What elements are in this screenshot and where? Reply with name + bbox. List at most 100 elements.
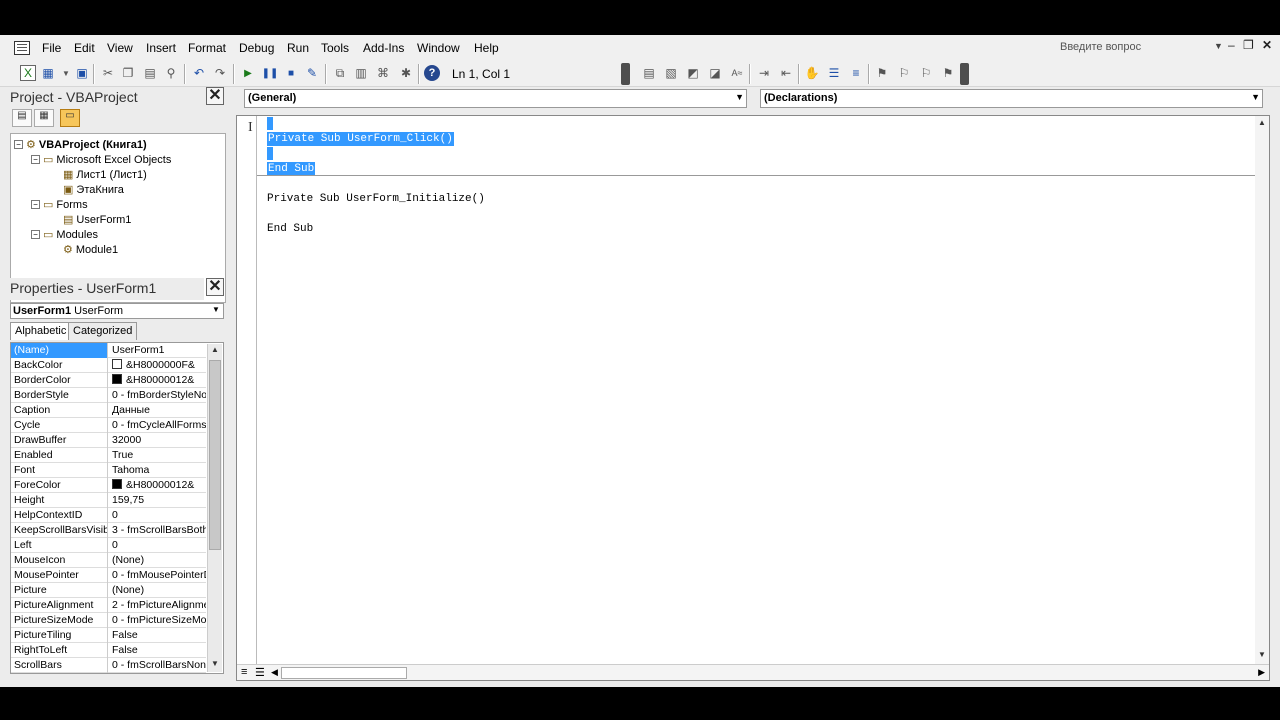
tree-node-forms[interactable]: − ▭ Forms (31, 198, 88, 211)
chevron-down-icon[interactable]: ▼ (1251, 92, 1260, 102)
tree-node-excel-objects[interactable]: − ▭ Microsoft Excel Objects (31, 153, 171, 166)
tree-node-thisworkbook[interactable]: ▣ ЭтаКнига (63, 183, 124, 197)
quick-info-icon[interactable]: ◩ (685, 65, 701, 81)
property-value[interactable]: 32000 (109, 433, 206, 448)
close-icon[interactable]: ✕ (1262, 38, 1272, 52)
property-value[interactable]: 0 - fmCycleAllForms (109, 418, 206, 433)
property-value[interactable]: (None) (109, 553, 206, 568)
next-bookmark-icon[interactable]: ⚐ (896, 65, 912, 81)
property-row[interactable]: PictureTiling False (11, 628, 206, 643)
collapse-icon[interactable]: − (14, 140, 23, 149)
property-row[interactable]: Height 159,75 (11, 493, 206, 508)
property-row[interactable]: BorderStyle 0 - fmBorderStyleNone (11, 388, 206, 403)
code-line[interactable]: End Sub (267, 162, 316, 176)
toggle-folders-icon[interactable]: ▭ (60, 109, 80, 127)
property-row[interactable]: Font Tahoma (11, 463, 206, 478)
property-value[interactable]: UserForm1 (109, 343, 206, 358)
code-vertical-scrollbar[interactable]: ▲ ▼ (1255, 116, 1269, 664)
property-row[interactable]: (Name) UserForm1 (11, 343, 206, 358)
code-horizontal-scrollbar[interactable]: ≡ ☰ ◀ ▶ (237, 664, 1269, 680)
collapse-icon[interactable]: − (31, 200, 40, 209)
run-icon[interactable]: ▶ (240, 65, 256, 81)
help-icon[interactable]: ? (424, 65, 440, 81)
chevron-down-icon[interactable]: ▼ (210, 305, 222, 317)
menu-format[interactable]: Format (188, 41, 226, 55)
menu-window[interactable]: Window (417, 41, 460, 55)
scroll-left-icon[interactable]: ◀ (271, 667, 278, 678)
procedure-combo[interactable]: (Declarations) ▼ (760, 89, 1263, 108)
ask-question-input[interactable]: Введите вопрос (1060, 41, 1141, 53)
tree-node-modules[interactable]: − ▭ Modules (31, 228, 98, 241)
property-row[interactable]: Enabled True (11, 448, 206, 463)
property-row[interactable]: Picture (None) (11, 583, 206, 598)
toggle-bookmark-icon[interactable]: ⚑ (874, 65, 890, 81)
collapse-icon[interactable]: − (31, 155, 40, 164)
property-row[interactable]: PictureSizeMode 0 - fmPictureSizeModeClip (11, 613, 206, 628)
property-row[interactable]: MousePointer 0 - fmMousePointerDefault (11, 568, 206, 583)
cut-icon[interactable]: ✂ (100, 65, 116, 81)
tab-categorized[interactable]: Categorized (68, 322, 138, 340)
property-row[interactable]: RightToLeft False (11, 643, 206, 658)
property-value[interactable]: 0 - fmScrollBarsNone (109, 658, 206, 673)
insert-userform-icon[interactable]: ▦ (40, 65, 56, 81)
clear-bookmarks-icon[interactable]: ⚑ (940, 65, 956, 81)
menu-tools[interactable]: Tools (321, 41, 349, 55)
save-icon[interactable]: ▣ (74, 65, 90, 81)
property-row[interactable]: KeepScrollBarsVisible 3 - fmScrollBarsBot… (11, 523, 206, 538)
property-row[interactable]: ForeColor &H80000012& (11, 478, 206, 493)
property-value[interactable]: 2 - fmPictureAlignmentCenter (109, 598, 206, 613)
code-line[interactable]: End Sub (267, 222, 313, 236)
scroll-up-icon[interactable]: ▲ (1256, 118, 1268, 130)
view-code-icon[interactable]: ▤ (12, 109, 32, 127)
indicator-margin[interactable] (237, 116, 257, 664)
property-value[interactable]: 0 (109, 538, 206, 553)
property-row[interactable]: MouseIcon (None) (11, 553, 206, 568)
full-module-view-icon[interactable]: ☰ (255, 666, 265, 679)
chevron-down-icon[interactable]: ▼ (735, 92, 744, 102)
tree-node-userform1[interactable]: ▤ UserForm1 (63, 213, 131, 227)
collapse-icon[interactable]: − (31, 230, 40, 239)
menu-insert[interactable]: Insert (146, 41, 176, 55)
menu-debug[interactable]: Debug (239, 41, 274, 55)
indent-icon[interactable]: ⇥ (756, 65, 772, 81)
property-value[interactable]: False (109, 643, 206, 658)
scroll-down-icon[interactable]: ▼ (209, 659, 221, 671)
menu-help[interactable]: Help (474, 41, 499, 55)
scroll-down-icon[interactable]: ▼ (1256, 650, 1268, 662)
object-browser-icon[interactable]: ⌘ (375, 65, 391, 81)
object-combo[interactable]: (General) ▼ (244, 89, 747, 108)
property-value[interactable]: 0 (109, 508, 206, 523)
toggle-breakpoint-icon[interactable]: ✋ (804, 65, 820, 81)
vbe-system-icon[interactable] (14, 41, 30, 55)
property-value[interactable]: Tahoma (109, 463, 206, 478)
code-line[interactable]: Private Sub UserForm_Click() (267, 132, 454, 146)
undo-icon[interactable]: ↶ (191, 65, 207, 81)
outdent-icon[interactable]: ⇤ (778, 65, 794, 81)
view-excel-icon[interactable]: X (20, 65, 36, 81)
copy-icon[interactable]: ❐ (120, 65, 136, 81)
complete-word-icon[interactable]: A≈ (729, 65, 745, 81)
tab-alphabetic[interactable]: Alphabetic (10, 322, 72, 340)
find-icon[interactable]: ⚲ (163, 65, 179, 81)
property-row[interactable]: Left 0 (11, 538, 206, 553)
property-value[interactable]: 0 - fmPictureSizeModeClip (109, 613, 206, 628)
procedure-view-icon[interactable]: ≡ (241, 666, 247, 678)
property-row[interactable]: BackColor &H8000000F& (11, 358, 206, 373)
property-value[interactable]: 159,75 (109, 493, 206, 508)
project-close-icon[interactable]: ✕ (206, 87, 224, 105)
property-row[interactable]: BorderColor &H80000012& (11, 373, 206, 388)
menu-edit[interactable]: Edit (74, 41, 95, 55)
scrollbar-thumb[interactable] (209, 360, 221, 550)
property-value[interactable]: 0 - fmBorderStyleNone (109, 388, 206, 403)
menu-file[interactable]: File (42, 41, 61, 55)
scroll-right-icon[interactable]: ▶ (1258, 667, 1265, 678)
property-value[interactable]: True (109, 448, 206, 463)
scrollbar-thumb[interactable] (281, 667, 407, 679)
code-editor[interactable]: I Private Sub UserForm_Click() End Sub P… (236, 115, 1270, 681)
insert-dropdown-icon[interactable]: ▼ (58, 65, 74, 81)
property-value[interactable]: 0 - fmMousePointerDefault (109, 568, 206, 583)
menu-view[interactable]: View (107, 41, 133, 55)
redo-icon[interactable]: ↷ (212, 65, 228, 81)
property-row[interactable]: HelpContextID 0 (11, 508, 206, 523)
property-value[interactable]: False (109, 628, 206, 643)
